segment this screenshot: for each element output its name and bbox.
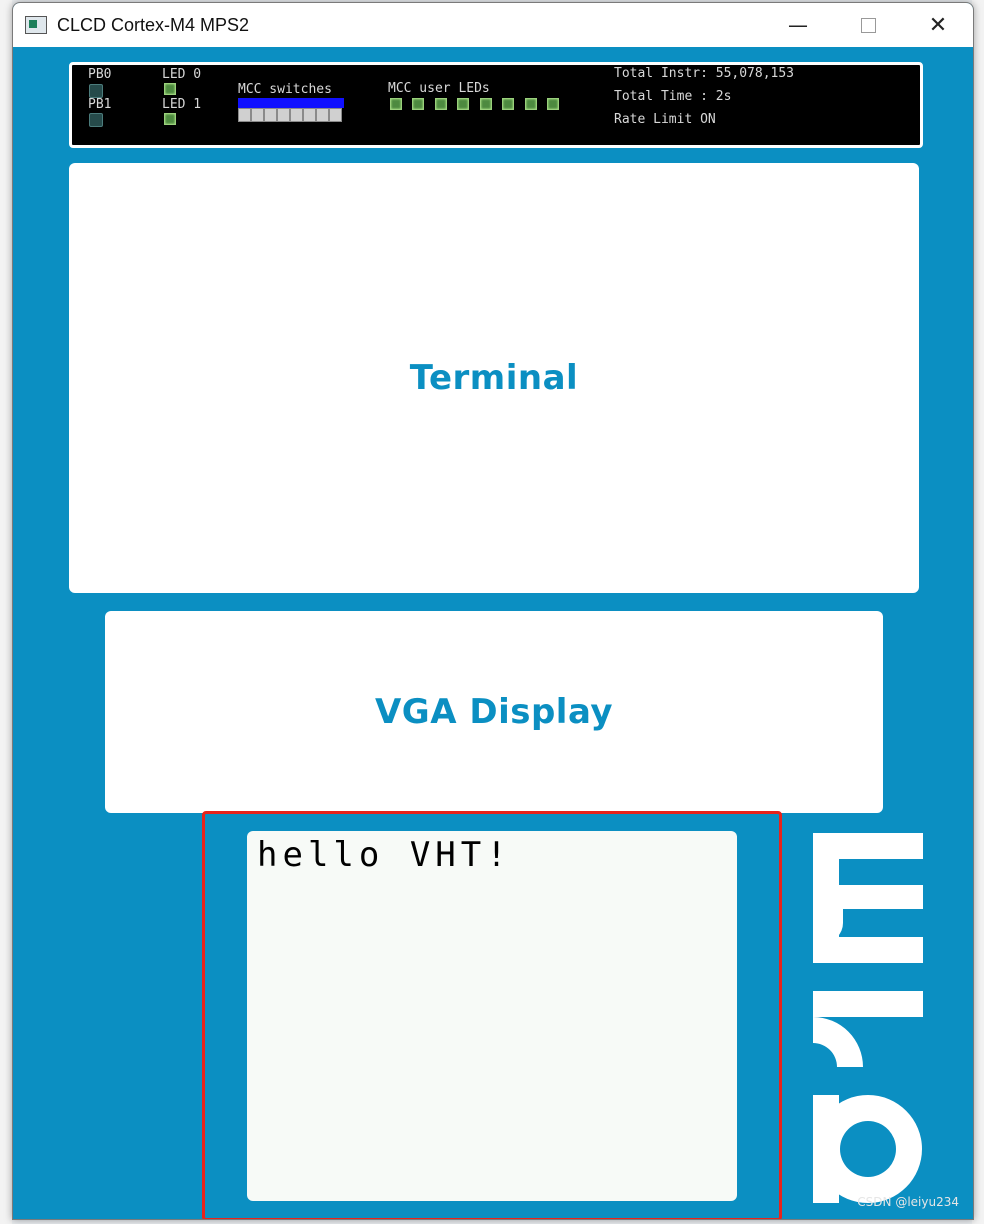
vga-display-label: VGA Display — [374, 692, 614, 732]
maximize-icon — [860, 17, 876, 33]
mcc-user-led — [435, 98, 447, 110]
mcc-switch[interactable] — [316, 108, 329, 122]
pb1-label: PB1 — [88, 97, 112, 112]
mcc-switch[interactable] — [290, 108, 303, 122]
window-app-icon — [25, 16, 47, 34]
pb1-button[interactable] — [89, 113, 103, 127]
terminal-panel[interactable]: Terminal — [69, 163, 919, 593]
title-bar[interactable]: CLCD Cortex-M4 MPS2 — ✕ — [13, 3, 973, 47]
window-title: CLCD Cortex-M4 MPS2 — [57, 14, 250, 35]
mcc-switch[interactable] — [238, 108, 251, 122]
vga-display-panel[interactable]: VGA Display — [105, 611, 883, 813]
led0-label: LED 0 — [162, 67, 202, 82]
mcc-user-led — [412, 98, 424, 110]
mcc-switch[interactable] — [303, 108, 316, 122]
mcc-user-led — [525, 98, 537, 110]
mcc-user-led — [502, 98, 514, 110]
pb0-button[interactable] — [89, 84, 103, 98]
total-time: Total Time : 2s — [614, 89, 732, 104]
mcc-user-leds-label: MCC user LEDs — [388, 81, 490, 96]
led0-indicator — [164, 83, 176, 95]
mcc-switches-bar — [238, 98, 344, 108]
mcc-switch[interactable] — [277, 108, 290, 122]
rate-limit: Rate Limit ON — [614, 112, 716, 127]
close-icon: ✕ — [928, 12, 948, 38]
mcc-switch[interactable] — [251, 108, 264, 122]
maximize-button[interactable] — [833, 3, 903, 47]
lcd-text: hello VHT! — [257, 835, 512, 875]
mcc-switches-label: MCC switches — [238, 82, 332, 97]
mcc-user-led — [457, 98, 469, 110]
minimize-button[interactable]: — — [763, 3, 833, 47]
mcc-switch[interactable] — [329, 108, 342, 122]
status-panel: PB0 PB1 LED 0 LED 1 MCC switches MCC use… — [69, 62, 923, 148]
mcc-user-led — [390, 98, 402, 110]
mcc-switch[interactable] — [264, 108, 277, 122]
led1-indicator — [164, 113, 176, 125]
mcc-user-led — [480, 98, 492, 110]
background-app-left-edge — [0, 0, 12, 1224]
terminal-label: Terminal — [409, 358, 579, 398]
total-instr: Total Instr: 55,078,153 — [614, 66, 795, 81]
minimize-icon: — — [788, 13, 808, 37]
clcd-window: CLCD Cortex-M4 MPS2 — ✕ PB0 PB1 LED 0 LE… — [12, 2, 974, 1220]
mcc-user-led — [547, 98, 559, 110]
pb0-label: PB0 — [88, 67, 112, 82]
arm-logo — [813, 833, 923, 1203]
close-button[interactable]: ✕ — [903, 3, 973, 47]
led1-label: LED 1 — [162, 97, 202, 112]
lcd-screen: hello VHT! — [247, 831, 737, 1201]
watermark: CSDN @leiyu234 — [857, 1195, 959, 1209]
